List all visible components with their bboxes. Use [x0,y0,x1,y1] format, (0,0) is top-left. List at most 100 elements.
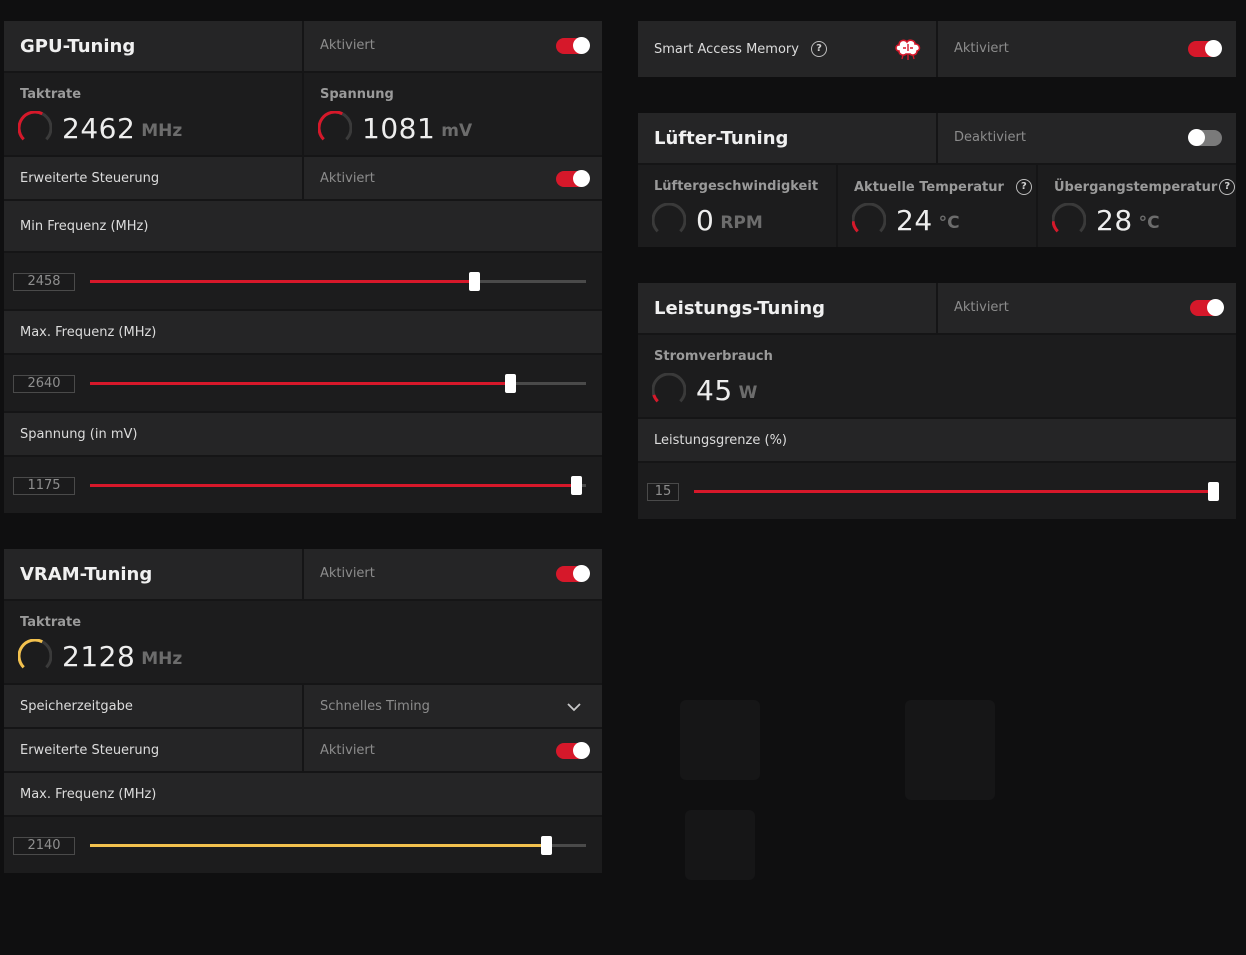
gpu-max-freq-slider[interactable] [90,374,586,393]
gpu-min-freq-thumb[interactable] [469,272,481,291]
sam-toggle[interactable] [1188,40,1222,57]
gpu-metrics-row: Taktrate 2462 MHz Spannung 1081 mV [4,73,602,157]
gpu-voltage-slider-row: 1175 [4,457,602,513]
vram-advanced-toggle[interactable] [556,742,590,759]
fan-junction-unit: °C [1138,213,1160,233]
power-tuning-header: Leistungs-Tuning Aktiviert [638,283,1236,335]
power-usage-unit: W [738,383,758,403]
fan-tuning-title: Lüfter-Tuning [654,128,789,149]
gpu-voltage-thumb[interactable] [571,476,583,495]
fan-speed-label: Lüftergeschwindigkeit [654,179,819,194]
gpu-clock-label: Taktrate [20,87,82,102]
fan-metrics-row: Lüftergeschwindigkeit 0 RPM Aktuelle Tem… [638,165,1236,247]
fan-junction-metric: Übergangstemperatur ? 28 °C [1036,165,1236,247]
brain-chip-icon [895,39,921,60]
gpu-voltage-gauge-icon [318,111,352,141]
gpu-max-freq-label: Max. Frequenz (MHz) [20,325,157,340]
vram-tuning-status: Aktiviert [320,566,375,581]
power-tuning-title: Leistungs-Tuning [654,298,826,319]
vram-clock-metric: Taktrate 2128 MHz [4,601,302,683]
vram-max-freq-label-row: Max. Frequenz (MHz) [4,773,602,817]
gpu-voltage-input[interactable]: 1175 [13,477,75,495]
power-tuning-toggle[interactable] [1190,299,1224,316]
gpu-max-freq-input[interactable]: 2640 [13,375,75,393]
sam-panel: Smart Access Memory ? Aktiviert [638,21,1236,77]
fan-speed-gauge-icon [652,203,686,233]
fan-tuning-status: Deaktiviert [954,130,1026,145]
gpu-min-freq-label-row: Min Frequenz (MHz) [4,201,602,253]
vram-advanced-row: Erweiterte Steuerung Aktiviert [4,729,602,773]
gpu-min-freq-input[interactable]: 2458 [13,273,75,291]
vram-tuning-toggle[interactable] [556,565,590,582]
fan-temp-gauge-icon [852,203,886,233]
gpu-clock-value: 2462 [62,111,136,145]
background-tile [685,810,755,880]
gpu-advanced-toggle[interactable] [556,170,590,187]
power-limit-slider-row: 15 [638,463,1236,519]
gpu-tuning-status: Aktiviert [320,38,375,53]
gpu-min-freq-slider[interactable] [90,272,586,291]
gpu-advanced-row: Erweiterte Steuerung Aktiviert [4,157,602,201]
power-limit-slider[interactable] [694,482,1219,501]
gpu-clock-unit: MHz [141,121,183,141]
temp-help-icon[interactable]: ? [1015,179,1032,195]
gpu-voltage-slider-label: Spannung (in mV) [20,427,138,442]
power-usage-metric: Stromverbrauch 45 W [638,335,936,417]
fan-tuning-header: Lüfter-Tuning Deaktiviert [638,113,1236,165]
fan-temp-label: Aktuelle Temperatur ? [854,179,1032,195]
fan-temp-unit: °C [938,213,960,233]
vram-max-freq-input[interactable]: 2140 [13,837,75,855]
gpu-tuning-header: GPU-Tuning Aktiviert [4,21,602,73]
fan-junction-value: 28 [1096,203,1133,237]
gpu-tuning-toggle[interactable] [556,37,590,54]
fan-temp-metric: Aktuelle Temperatur ? 24 °C [836,165,1036,247]
gpu-voltage-unit: mV [441,121,473,141]
gpu-max-freq-label-row: Max. Frequenz (MHz) [4,311,602,355]
power-limit-thumb[interactable] [1207,482,1219,501]
power-limit-input[interactable]: 15 [647,483,679,501]
fan-tuning-panel: Lüfter-Tuning Deaktiviert Lüftergeschwin… [638,113,1236,247]
vram-max-freq-thumb[interactable] [541,836,553,855]
gpu-tuning-panel: GPU-Tuning Aktiviert Taktrate 2462 MHz S… [4,21,602,513]
vram-clock-label: Taktrate [20,615,82,630]
fan-temp-value: 24 [896,203,933,237]
vram-timing-dropdown[interactable]: Schnelles Timing [302,685,602,727]
vram-clock-unit: MHz [141,649,183,669]
vram-max-freq-slider[interactable] [90,836,586,855]
power-tuning-status: Aktiviert [954,300,1009,315]
vram-clock-gauge-icon [18,639,52,669]
gpu-min-freq-label: Min Frequenz (MHz) [20,219,149,234]
junction-help-icon[interactable]: ? [1219,179,1236,195]
fan-junction-label-text: Übergangstemperatur [1054,179,1218,195]
power-metrics-row: Stromverbrauch 45 W [638,335,1236,419]
vram-advanced-status: Aktiviert [320,743,375,758]
gpu-max-freq-thumb[interactable] [505,374,517,393]
sam-status: Aktiviert [954,41,1009,56]
vram-tuning-title: VRAM-Tuning [20,564,153,585]
vram-clock-value: 2128 [62,639,136,673]
vram-timing-row: Speicherzeitgabe Schnelles Timing [4,685,602,729]
vram-metrics-row: Taktrate 2128 MHz [4,601,602,685]
power-tuning-panel: Leistungs-Tuning Aktiviert Stromverbrauc… [638,283,1236,519]
vram-timing-value: Schnelles Timing [320,699,430,714]
gpu-voltage-slider[interactable] [90,476,586,495]
vram-tuning-panel: VRAM-Tuning Aktiviert Taktrate 2128 MHz … [4,549,602,873]
power-usage-value: 45 [696,373,733,407]
gpu-min-freq-slider-row: 2458 [4,253,602,311]
vram-max-freq-label: Max. Frequenz (MHz) [20,787,157,802]
chevron-down-icon [567,703,581,712]
vram-advanced-label: Erweiterte Steuerung [20,743,160,758]
power-usage-gauge-icon [652,373,686,403]
fan-temp-label-text: Aktuelle Temperatur [854,179,1004,195]
gpu-voltage-value: 1081 [362,111,436,145]
fan-speed-value: 0 [696,203,715,237]
fan-junction-gauge-icon [1052,203,1086,233]
gpu-voltage-metric: Spannung 1081 mV [302,73,602,155]
power-usage-label: Stromverbrauch [654,349,773,364]
background-tile [905,700,995,800]
fan-speed-unit: RPM [720,213,763,233]
fan-tuning-toggle[interactable] [1188,129,1222,146]
fan-junction-label: Übergangstemperatur ? [1054,179,1236,195]
gpu-voltage-label-row: Spannung (in mV) [4,413,602,457]
sam-help-icon[interactable]: ? [810,41,827,57]
